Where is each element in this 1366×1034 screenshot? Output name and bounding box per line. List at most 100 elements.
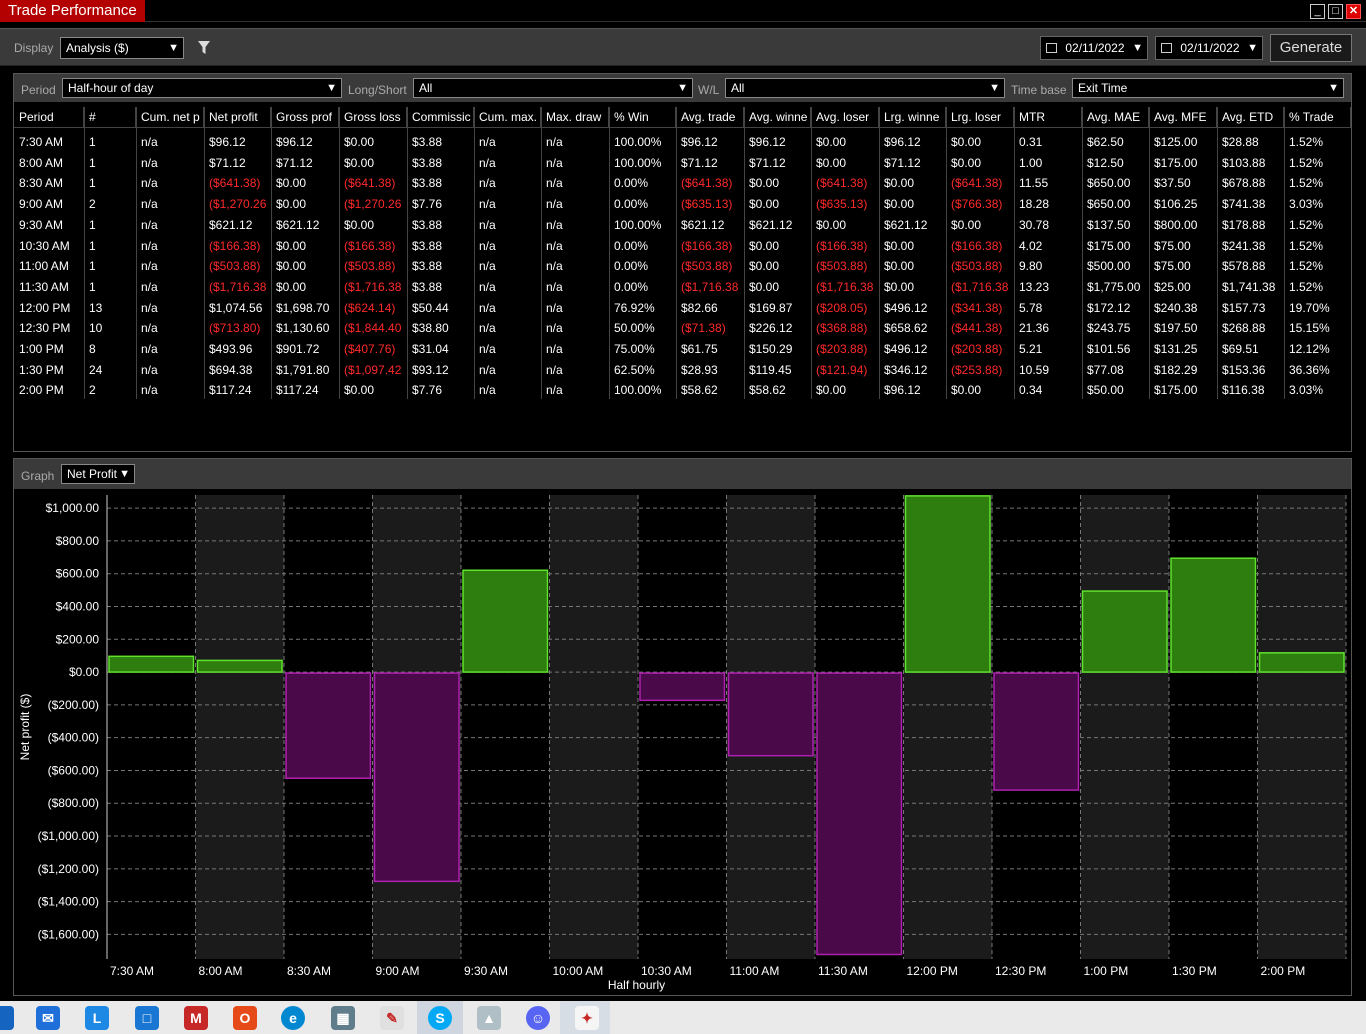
table-row[interactable]: 12:00 PM 13 n/a $1,074.56 $1,698.70 ($624.14)… xyxy=(14,298,1351,318)
column-divider xyxy=(1284,107,1285,399)
table-row[interactable]: 9:30 AM 1 n/a $621.12 $621.12 $0.00 $3.88 n/a n/… xyxy=(14,215,1351,235)
table-cell: $0.00 xyxy=(884,176,915,191)
filter-icon[interactable] xyxy=(197,40,211,56)
generate-button[interactable]: Generate xyxy=(1270,34,1352,62)
column-header[interactable]: Avg. loser xyxy=(811,107,879,128)
table-cell: 1 xyxy=(89,176,96,191)
trading-app-icon[interactable]: ✦ xyxy=(575,1006,599,1030)
date-from-picker[interactable]: 02/11/2022 ▼ xyxy=(1040,36,1148,60)
outlook-icon[interactable]: □ xyxy=(135,1006,159,1030)
date-to-value: 02/11/2022 xyxy=(1180,41,1240,55)
table-row[interactable]: 7:30 AM 1 n/a $96.12 $96.12 $0.00 $3.88 n/a n/a 1… xyxy=(14,132,1351,152)
y-tick-label: ($1,200.00) xyxy=(38,862,99,876)
x-tick-label: 1:00 PM xyxy=(1084,964,1129,978)
column-header[interactable]: Net profit xyxy=(204,107,271,128)
column-header[interactable]: Period xyxy=(14,107,84,128)
column-header[interactable]: Lrg. loser xyxy=(946,107,1014,128)
table-cell: n/a xyxy=(546,135,563,149)
table-cell: ($441.38) xyxy=(951,321,1003,336)
chart-bar xyxy=(108,655,195,673)
table-row[interactable]: 9:00 AM 2 n/a ($1,270.26 $0.00 ($1,270.26 $7.7… xyxy=(14,194,1351,214)
table-cell: $1,775.00 xyxy=(1087,279,1141,294)
column-header[interactable]: Avg. trade xyxy=(676,107,744,128)
taskbar: ✉ L □ M O e ▦ ✎ S ▲ ☺ ✦ xyxy=(0,1001,1366,1034)
table-cell: $3.88 xyxy=(412,259,443,274)
column-header[interactable]: Avg. MFE xyxy=(1149,107,1217,128)
table-row[interactable]: 1:00 PM 8 n/a $493.96 $901.72 ($407.76) $31.04… xyxy=(14,339,1351,359)
period-select[interactable]: Half-hour of day ▼ xyxy=(62,78,342,98)
column-header[interactable]: MTR xyxy=(1014,107,1082,128)
table-row[interactable]: 12:30 PM 10 n/a ($713.80) $1,130.60 ($1,844.4… xyxy=(14,318,1351,338)
column-header[interactable]: # xyxy=(84,107,136,128)
table-row[interactable]: 11:30 AM 1 n/a ($1,716.38 $0.00 ($1,716.38 $3.… xyxy=(14,277,1351,297)
table-cell: 12:00 PM xyxy=(19,300,71,315)
table-row[interactable]: 1:30 PM 24 n/a $694.38 $1,791.80 ($1,097.42 $9… xyxy=(14,360,1351,380)
table-cell: $0.00 xyxy=(884,238,915,253)
table-cell: n/a xyxy=(141,383,158,398)
maximize-button[interactable]: □ xyxy=(1328,4,1343,19)
table-cell: ($121.94) xyxy=(816,362,868,377)
table-cell: n/a xyxy=(479,259,496,274)
y-tick-label: $1,000.00 xyxy=(46,501,100,515)
chart-bar xyxy=(462,569,549,673)
table-cell: 36.36% xyxy=(1289,362,1330,377)
skype-icon[interactable]: S xyxy=(428,1006,452,1030)
graph-bar: Graph Net Profit ▼ xyxy=(14,459,1351,489)
table-cell: n/a xyxy=(141,342,158,356)
column-header[interactable]: Gross loss xyxy=(339,107,407,128)
table-cell: $37.50 xyxy=(1154,176,1191,191)
minimize-button[interactable]: _ xyxy=(1310,4,1325,19)
photos-icon[interactable]: ▲ xyxy=(477,1006,501,1030)
paint-icon[interactable]: ✎ xyxy=(380,1006,404,1030)
net-profit-chart: $1,000.00 $800.00 $600.00 $400.00 $200.00 $0.… xyxy=(18,495,1347,992)
period-select-value: Half-hour of day xyxy=(68,81,154,95)
table-cell: n/a xyxy=(479,342,496,356)
column-header[interactable]: Gross prof xyxy=(271,107,339,128)
wl-select[interactable]: All ▼ xyxy=(725,78,1005,98)
table-cell: $658.62 xyxy=(884,321,928,336)
table-row[interactable]: 11:00 AM 1 n/a ($503.88) $0.00 ($503.88) $3.88… xyxy=(14,256,1351,276)
edge-icon[interactable]: e xyxy=(281,1006,305,1030)
longshort-select-value: All xyxy=(419,81,433,95)
table-cell: n/a xyxy=(141,259,158,274)
column-header[interactable]: Cum. net p xyxy=(136,107,204,128)
office-icon[interactable]: O xyxy=(233,1006,257,1030)
table-row[interactable]: 10:30 AM 1 n/a ($166.38) $0.00 ($166.38) $3.88… xyxy=(14,236,1351,256)
table-cell: $0.00 xyxy=(344,217,375,232)
timebase-select[interactable]: Exit Time ▼ xyxy=(1072,78,1344,98)
y-tick-label: $0.00 xyxy=(69,665,99,679)
table-row[interactable]: 8:30 AM 1 n/a ($641.38) $0.00 ($641.38) $3.88 n… xyxy=(14,173,1351,193)
table-cell: 100.00% xyxy=(614,383,662,398)
table-cell: 1.52% xyxy=(1289,176,1324,191)
column-header[interactable]: Cum. max. xyxy=(474,107,541,128)
column-header[interactable]: Max. draw xyxy=(541,107,609,128)
close-button[interactable]: ✕ xyxy=(1346,4,1361,19)
table-cell: 8:30 AM xyxy=(19,176,64,191)
table-cell: ($503.88) xyxy=(344,259,396,274)
table-cell: $500.00 xyxy=(1087,259,1131,274)
start-icon[interactable] xyxy=(0,1006,14,1030)
graph-metric-select[interactable]: Net Profit ▼ xyxy=(61,464,135,484)
column-header[interactable]: % Win xyxy=(609,107,676,128)
y-tick-label: ($400.00) xyxy=(48,731,99,745)
table-cell: 24 xyxy=(89,362,103,377)
mail-icon[interactable]: ✉ xyxy=(36,1006,60,1030)
column-header[interactable]: Avg. winne xyxy=(744,107,811,128)
calculator-icon[interactable]: ▦ xyxy=(331,1006,355,1030)
discord-icon[interactable]: ☺ xyxy=(526,1006,550,1030)
longshort-select[interactable]: All ▼ xyxy=(413,78,693,98)
column-header[interactable]: Lrg. winne xyxy=(879,107,946,128)
table-cell: $0.00 xyxy=(816,155,847,170)
column-header[interactable]: Commissic xyxy=(407,107,474,128)
table-cell: n/a xyxy=(141,197,158,212)
date-to-picker[interactable]: 02/11/2022 ▼ xyxy=(1155,36,1263,60)
table-row[interactable]: 2:00 PM 2 n/a $117.24 $117.24 $0.00 $7.76 n/a n/… xyxy=(14,380,1351,400)
mcafee-icon[interactable]: M xyxy=(184,1006,208,1030)
column-header[interactable]: Avg. MAE xyxy=(1082,107,1149,128)
column-header[interactable]: Avg. ETD xyxy=(1217,107,1284,128)
table-cell: n/a xyxy=(546,238,563,253)
l-app-icon[interactable]: L xyxy=(85,1006,109,1030)
display-select[interactable]: Analysis ($) ▼ xyxy=(60,37,184,59)
column-header[interactable]: % Trade xyxy=(1284,107,1351,128)
table-row[interactable]: 8:00 AM 1 n/a $71.12 $71.12 $0.00 $3.88 n/a n/a 1… xyxy=(14,153,1351,173)
